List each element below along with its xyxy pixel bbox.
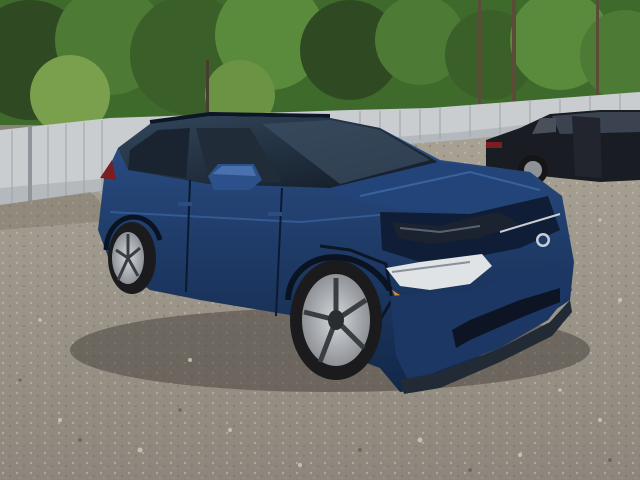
front-wheel <box>290 260 382 380</box>
photo-scene <box>0 0 640 480</box>
rear-door-handle <box>178 202 192 206</box>
rear-wheel <box>108 222 156 294</box>
front-door-handle <box>268 212 282 216</box>
photo-illustration <box>0 0 640 480</box>
